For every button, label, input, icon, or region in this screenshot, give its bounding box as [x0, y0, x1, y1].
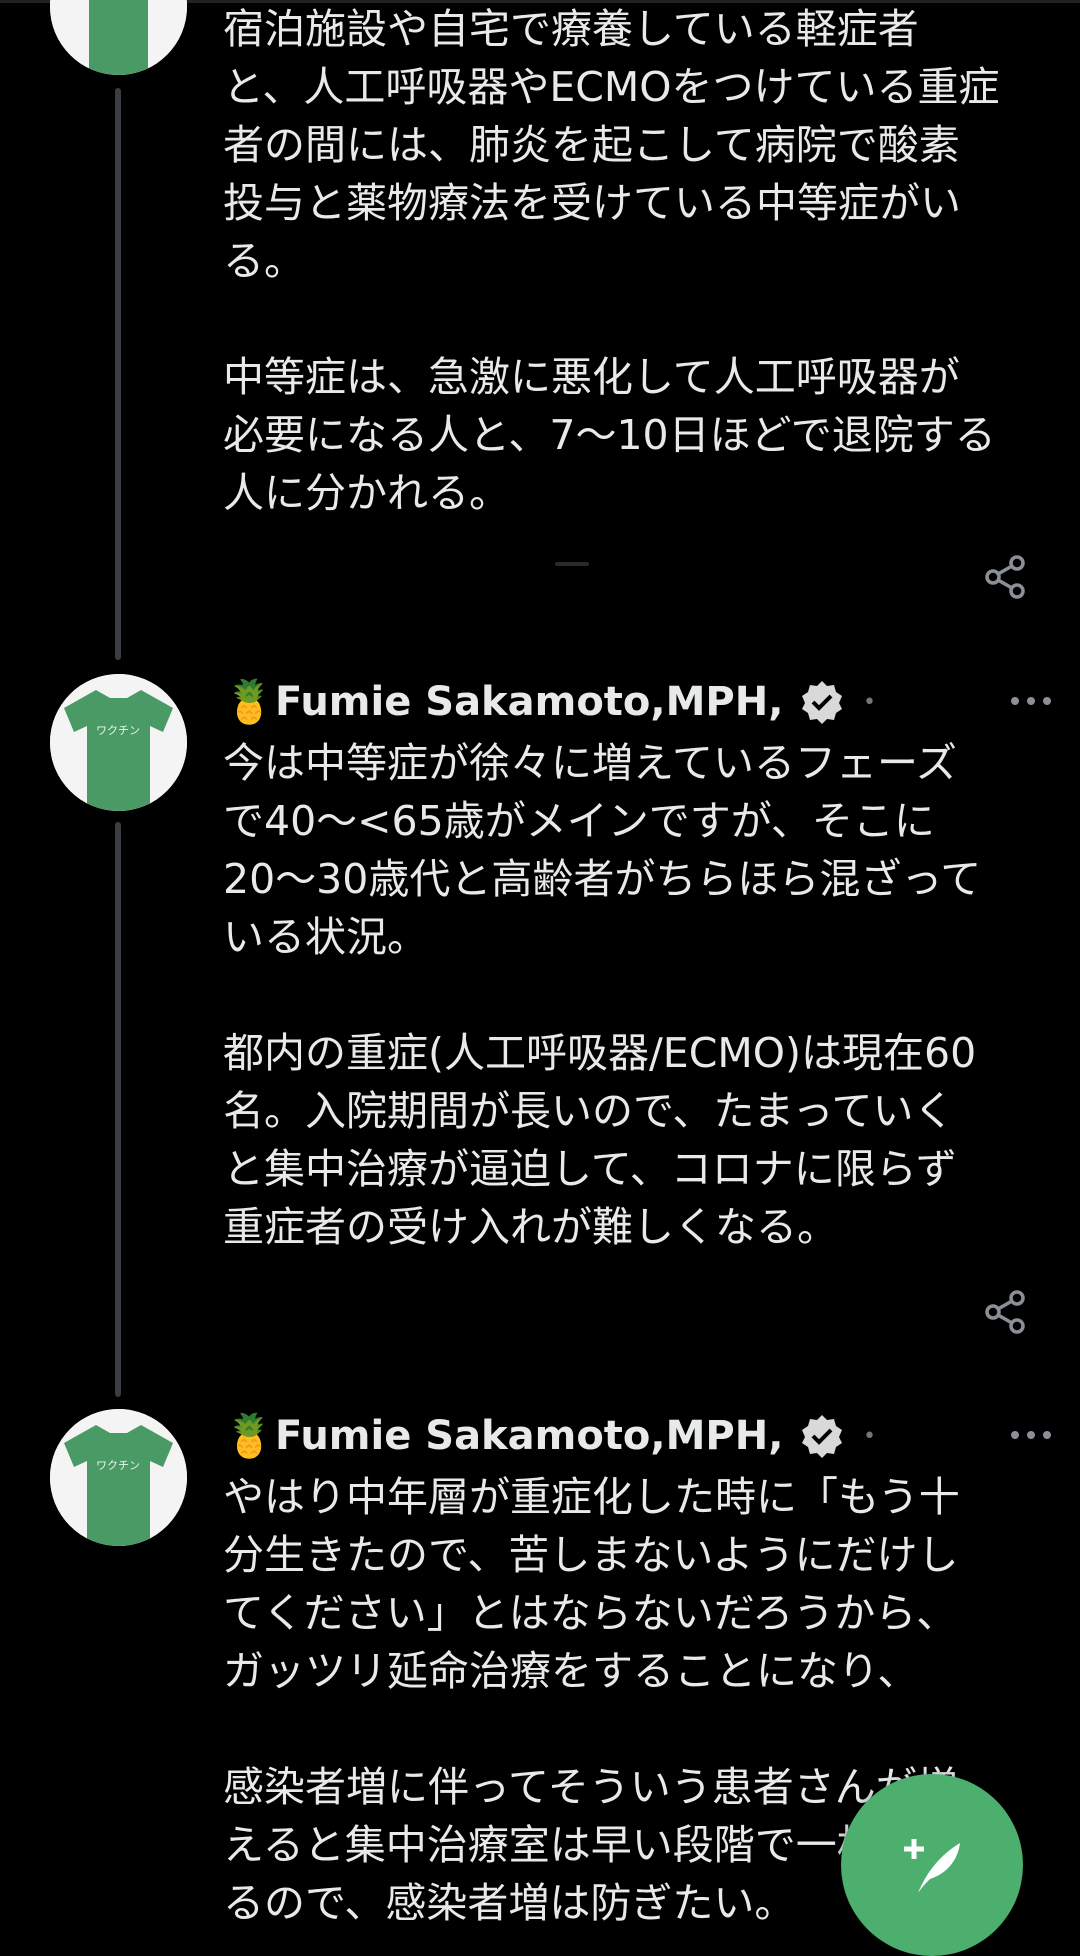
tweet-text: 宿泊施設や自宅で療養している軽症者 と、人工呼吸器やECMOをつけている重症 者…: [223, 5, 1000, 517]
compose-button[interactable]: [841, 1774, 1023, 1956]
divider: [555, 562, 589, 566]
pineapple-emoji-icon: 🍍: [223, 677, 276, 726]
thread-line: [115, 88, 121, 660]
separator-dot: •: [863, 689, 876, 715]
share-icon[interactable]: [981, 553, 1029, 601]
verified-badge-icon: [802, 681, 842, 724]
compose-tweet-icon: [904, 1839, 960, 1893]
more-icon[interactable]: [1009, 686, 1053, 716]
pineapple-emoji-icon: 🍍: [223, 1411, 276, 1460]
author-name[interactable]: Fumie Sakamoto,MPH,...: [275, 1413, 785, 1459]
tweet-header: 🍍 Fumie Sakamoto,MPH,... •: [223, 672, 1053, 732]
svg-text:ワクチン: ワクチン: [96, 724, 140, 737]
avatar[interactable]: [50, 0, 187, 75]
tweet-header: 🍍 Fumie Sakamoto,MPH,... •: [223, 1406, 1053, 1466]
tweet-text: 今は中等症が徐々に増えているフェーズ で40〜<65歳がメインですが、そこに 2…: [223, 739, 982, 1251]
more-icon[interactable]: [1009, 1420, 1053, 1450]
svg-text:ワクチン: ワクチン: [96, 1459, 140, 1472]
avatar[interactable]: ワクチン: [50, 1409, 187, 1546]
thread-line: [115, 822, 121, 1397]
separator-dot: •: [863, 1423, 876, 1449]
avatar[interactable]: ワクチン: [50, 674, 187, 811]
author-name[interactable]: Fumie Sakamoto,MPH,...: [275, 679, 785, 725]
share-icon[interactable]: [981, 1288, 1029, 1336]
verified-badge-icon: [802, 1415, 842, 1458]
